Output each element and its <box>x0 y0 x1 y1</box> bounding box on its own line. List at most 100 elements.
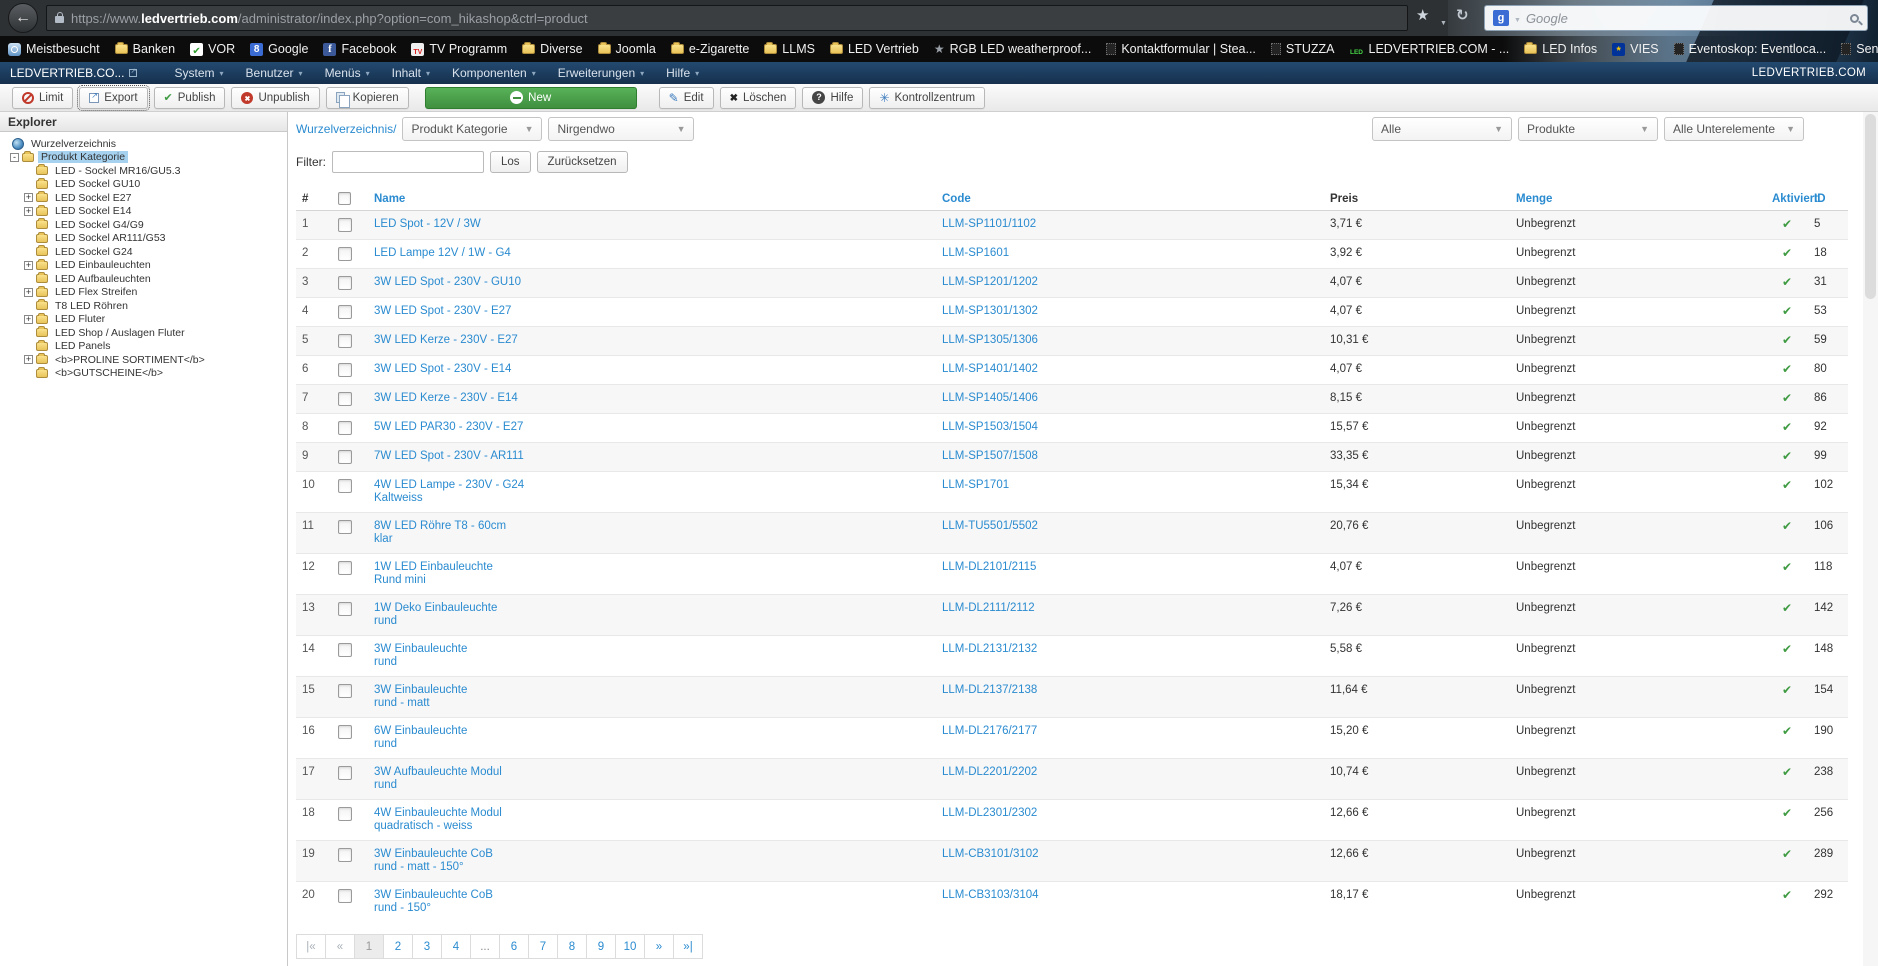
product-name-link[interactable]: 4W LED Lampe - 230V - G24 <box>374 479 930 492</box>
row-checkbox[interactable] <box>338 421 352 435</box>
tree-item-led-shop-auslagen-fluter[interactable]: LED Shop / Auslagen Fluter <box>2 326 285 340</box>
category-select[interactable]: Produkt Kategorie ▼ <box>402 117 543 141</box>
limit-button[interactable]: Limit <box>12 86 74 109</box>
product-code-link[interactable]: LLM-CB3103/3104 <box>942 889 1318 902</box>
tree-item-led-sockel-e14[interactable]: + LED Sockel E14 <box>2 204 285 219</box>
bookmark-joomla[interactable]: Joomla <box>597 42 656 56</box>
bookmark-facebook[interactable]: Facebook <box>323 42 396 56</box>
product-code-link[interactable]: LLM-DL2111/2112 <box>942 602 1318 615</box>
header-id[interactable]: ID <box>1808 187 1848 211</box>
active-check-icon[interactable] <box>1772 684 1802 697</box>
bookmark-star-icon[interactable] <box>1416 6 1429 25</box>
active-check-icon[interactable] <box>1772 247 1802 260</box>
filter-input[interactable] <box>332 151 484 173</box>
expand-icon[interactable]: + <box>24 355 33 365</box>
product-name-link[interactable]: 3W LED Spot - 230V - E27 <box>374 305 930 318</box>
product-name-link[interactable]: 6W Einbauleuchte <box>374 725 930 738</box>
row-checkbox[interactable] <box>338 848 352 862</box>
product-code-link[interactable]: LLM-DL2201/2202 <box>942 766 1318 779</box>
header-qty[interactable]: Menge <box>1510 187 1766 211</box>
product-name-sub-link[interactable]: rund <box>374 779 930 792</box>
active-check-icon[interactable] <box>1772 363 1802 376</box>
page-link-2[interactable]: 2 <box>383 934 413 959</box>
page-link-item[interactable]: »| <box>673 934 703 959</box>
product-code-link[interactable]: LLM-CB3101/3102 <box>942 848 1318 861</box>
tree-item-led-aufbauleuchten[interactable]: LED Aufbauleuchten <box>2 272 285 286</box>
row-checkbox[interactable] <box>338 450 352 464</box>
tree-item-led-sockel-g4-g9[interactable]: LED Sockel G4/G9 <box>2 218 285 232</box>
product-name-sub-link[interactable]: rund - matt - 150° <box>374 861 930 874</box>
product-name-link[interactable]: 3W LED Spot - 230V - GU10 <box>374 276 930 289</box>
product-name-link[interactable]: LED Spot - 12V / 3W <box>374 218 930 231</box>
page-scrollbar[interactable] <box>1863 112 1878 966</box>
row-checkbox[interactable] <box>338 889 352 903</box>
bookmark-google[interactable]: Google <box>250 42 308 56</box>
expand-icon[interactable]: + <box>24 260 33 270</box>
product-code-link[interactable]: LLM-SP1305/1306 <box>942 334 1318 347</box>
bookmark-meistbesucht[interactable]: Meistbesucht <box>8 42 100 56</box>
menu-benutzer[interactable]: Benutzer ▾ <box>235 66 314 80</box>
row-checkbox[interactable] <box>338 305 352 319</box>
tree-item-b-proline-sortiment-b[interactable]: + <b>PROLINE SORTIMENT</b> <box>2 353 285 367</box>
tree-item-produkt-kategorie[interactable]: - Produkt Kategorie <box>2 150 285 165</box>
tree-item-led-sockel-g24[interactable]: LED Sockel G24 <box>2 245 285 259</box>
row-checkbox[interactable] <box>338 247 352 261</box>
tree-item-led-panels[interactable]: LED Panels <box>2 339 285 354</box>
row-checkbox[interactable] <box>338 479 352 493</box>
active-check-icon[interactable] <box>1772 889 1802 902</box>
menu-menüs[interactable]: Menüs ▾ <box>314 66 381 80</box>
product-name-sub-link[interactable]: rund <box>374 738 930 751</box>
product-name-link[interactable]: 7W LED Spot - 230V - AR111 <box>374 450 930 463</box>
back-button[interactable]: ← <box>8 3 38 33</box>
bookmark-dropdown-icon[interactable] <box>1440 12 1447 30</box>
menu-inhalt[interactable]: Inhalt ▾ <box>381 66 441 80</box>
bookmark-llms[interactable]: LLMS <box>764 42 815 56</box>
product-name-link[interactable]: 8W LED Röhre T8 - 60cm <box>374 520 930 533</box>
product-name-link[interactable]: 1W LED Einbauleuchte <box>374 561 930 574</box>
active-check-icon[interactable] <box>1772 725 1802 738</box>
active-check-icon[interactable] <box>1772 561 1802 574</box>
active-check-icon[interactable] <box>1772 602 1802 615</box>
row-checkbox[interactable] <box>338 392 352 406</box>
tree-item-b-gutscheine-b[interactable]: <b>GUTSCHEINE</b> <box>2 366 285 381</box>
bookmark-diverse[interactable]: Diverse <box>522 42 583 56</box>
row-checkbox[interactable] <box>338 643 352 657</box>
search-icon[interactable] <box>1850 13 1859 23</box>
url-bar[interactable]: https://www.ledvertrieb.com/administrato… <box>46 5 1408 31</box>
product-code-link[interactable]: LLM-SP1701 <box>942 479 1318 492</box>
control-button[interactable]: Kontrollzentrum <box>869 86 986 109</box>
active-check-icon[interactable] <box>1772 421 1802 434</box>
collapse-icon[interactable]: - <box>10 152 19 162</box>
page-link-9[interactable]: 9 <box>586 934 616 959</box>
page-link-3[interactable]: 3 <box>412 934 442 959</box>
active-check-icon[interactable] <box>1772 334 1802 347</box>
product-name-sub-link[interactable]: rund <box>374 615 930 628</box>
row-checkbox[interactable] <box>338 520 352 534</box>
alle-select[interactable]: Alle ▼ <box>1372 117 1512 141</box>
product-code-link[interactable]: LLM-TU5501/5502 <box>942 520 1318 533</box>
delete-button[interactable]: Löschen <box>719 86 797 109</box>
product-code-link[interactable]: LLM-DL2176/2177 <box>942 725 1318 738</box>
product-name-link[interactable]: 3W LED Kerze - 230V - E14 <box>374 392 930 405</box>
product-name-link[interactable]: 1W Deko Einbauleuchte <box>374 602 930 615</box>
product-name-link[interactable]: LED Lampe 12V / 1W - G4 <box>374 247 930 260</box>
product-code-link[interactable]: LLM-SP1503/1504 <box>942 421 1318 434</box>
product-code-link[interactable]: LLM-DL2301/2302 <box>942 807 1318 820</box>
product-name-sub-link[interactable]: Kaltweiss <box>374 492 930 505</box>
row-checkbox[interactable] <box>338 276 352 290</box>
header-code[interactable]: Code <box>936 187 1324 211</box>
bookmark-e-zigarette[interactable]: e-Zigarette <box>670 42 749 56</box>
tree-item-led-sockel-e27[interactable]: + LED Sockel E27 <box>2 191 285 205</box>
edit-button[interactable]: Edit <box>658 86 714 109</box>
product-code-link[interactable]: LLM-SP1405/1406 <box>942 392 1318 405</box>
row-checkbox[interactable] <box>338 725 352 739</box>
page-link-10[interactable]: 10 <box>615 934 645 959</box>
site-brand-link[interactable]: LEDVERTRIEB.CO... <box>10 66 138 80</box>
active-check-icon[interactable] <box>1772 766 1802 779</box>
tree-item-led-sockel-mr16-gu5-3[interactable]: LED - Sockel MR16/GU5.3 <box>2 164 285 178</box>
active-check-icon[interactable] <box>1772 392 1802 405</box>
tree-item-led-sockel-gu10[interactable]: LED Sockel GU10 <box>2 177 285 192</box>
page-link-item[interactable]: » <box>644 934 674 959</box>
product-name-link[interactable]: 3W LED Kerze - 230V - E27 <box>374 334 930 347</box>
bookmark-led-vertrieb[interactable]: LED Vertrieb <box>829 42 919 56</box>
